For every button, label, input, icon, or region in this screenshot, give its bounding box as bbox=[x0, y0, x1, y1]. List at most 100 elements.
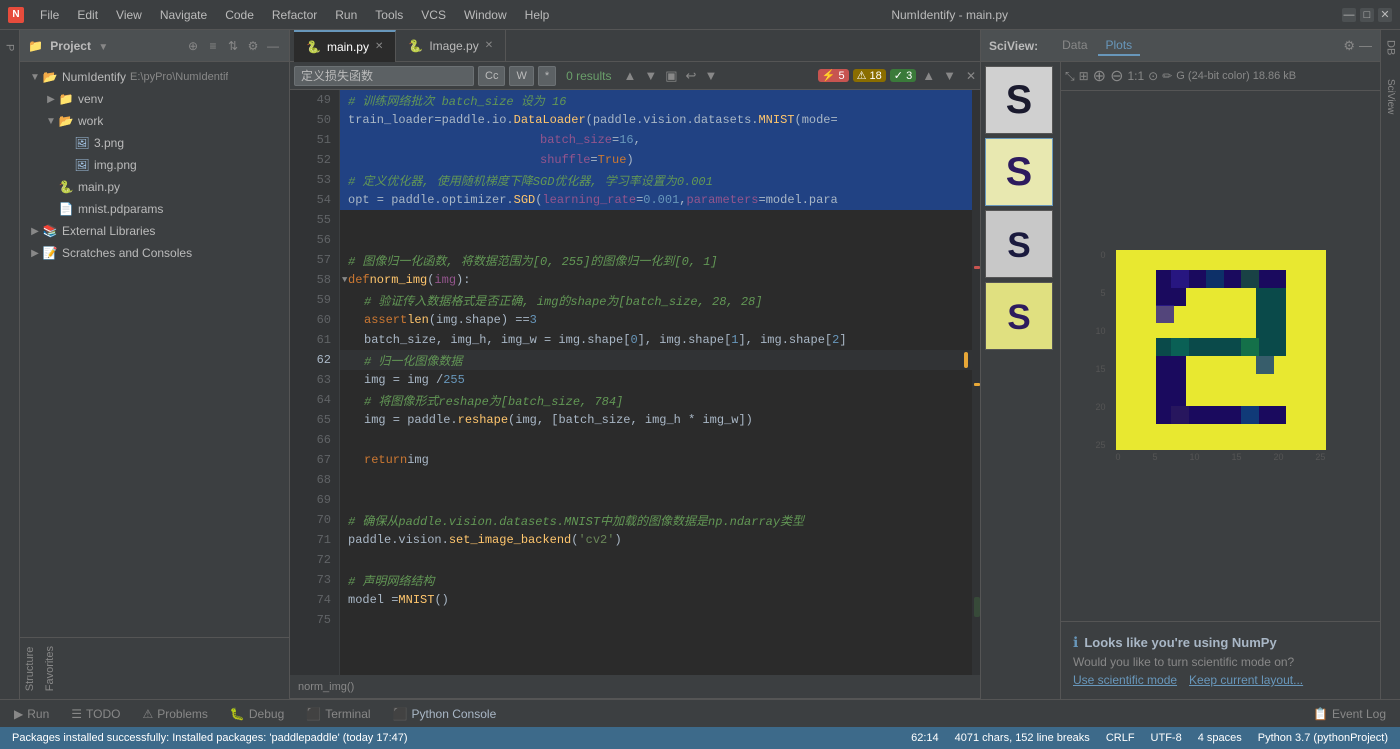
expand-icon[interactable]: ⤡ bbox=[1065, 69, 1075, 84]
menu-refactor[interactable]: Refactor bbox=[264, 6, 325, 24]
sciview-thumb-4[interactable]: S bbox=[985, 282, 1053, 350]
tree-item-external[interactable]: ▶ 📚 External Libraries bbox=[20, 220, 289, 242]
sciview-tab-data[interactable]: Data bbox=[1054, 36, 1095, 56]
line-58: 58 bbox=[290, 270, 339, 290]
tree-item-scratches[interactable]: ▶ 📝 Scratches and Consoles bbox=[20, 242, 289, 264]
locate-file-icon[interactable]: ⊕ bbox=[185, 38, 201, 54]
project-icon[interactable]: P bbox=[2, 38, 18, 57]
settings-icon[interactable]: ⚙ bbox=[245, 38, 261, 54]
search-wrap-icon[interactable]: ↩ bbox=[684, 68, 699, 84]
sort-icon[interactable]: ⇅ bbox=[225, 38, 241, 54]
status-position[interactable]: 62:14 bbox=[907, 732, 943, 744]
use-scientific-mode-link[interactable]: Use scientific mode bbox=[1073, 673, 1177, 687]
close-tab-main[interactable]: ✕ bbox=[375, 41, 383, 52]
sciview-minimize-icon[interactable]: — bbox=[1359, 38, 1372, 54]
search-result-count: 0 results bbox=[560, 69, 617, 83]
hint-badge[interactable]: ✓ 3 bbox=[890, 69, 916, 82]
tree-item-numidentify[interactable]: ▼ 📂 NumIdentify E:\pyPro\NumIdentif bbox=[20, 66, 289, 88]
zoom-out-icon[interactable]: ⊖ bbox=[1110, 66, 1123, 86]
warnings-expand-icon[interactable]: ▲ bbox=[920, 68, 937, 83]
zoom-fit-icon[interactable]: 1:1 bbox=[1127, 69, 1144, 83]
zoom-custom-icon[interactable]: ⊙ bbox=[1148, 69, 1158, 83]
menu-edit[interactable]: Edit bbox=[69, 6, 106, 24]
status-encoding[interactable]: UTF-8 bbox=[1147, 732, 1186, 744]
code-line-73: # 声明网络结构 bbox=[340, 570, 972, 590]
python-tab-icon: 🐍 bbox=[306, 40, 321, 54]
tab-imagepy[interactable]: 🐍 Image.py ✕ bbox=[396, 30, 506, 62]
menu-view[interactable]: View bbox=[108, 6, 150, 24]
collapse-all-icon[interactable]: ≡ bbox=[205, 38, 221, 54]
edit-icon[interactable]: ✏ bbox=[1162, 69, 1172, 83]
menu-navigate[interactable]: Navigate bbox=[152, 6, 215, 24]
structure-label[interactable]: Structure bbox=[20, 638, 40, 699]
menu-tools[interactable]: Tools bbox=[367, 6, 411, 24]
folder-icon: 📁 bbox=[58, 91, 74, 107]
search-options-cc[interactable]: Cc bbox=[478, 66, 505, 86]
code-line-70: # 确保从paddle.vision.datasets.MNIST中加载的图像数… bbox=[340, 510, 972, 530]
code-content[interactable]: # 训练网络批次 batch_size 设为 16 train_loader =… bbox=[340, 90, 972, 675]
tree-item-mainpy[interactable]: ▶ 🐍 main.py bbox=[20, 176, 289, 198]
sciview-icon[interactable]: SciView bbox=[1383, 73, 1398, 120]
close-search-button[interactable]: ✕ bbox=[966, 69, 976, 83]
tree-item-venv[interactable]: ▶ 📁 venv bbox=[20, 88, 289, 110]
sciview-controls: ⚙ — bbox=[1343, 38, 1372, 54]
line-67: 67 bbox=[290, 450, 339, 470]
error-badge[interactable]: ⚡ 5 bbox=[818, 69, 849, 82]
search-prev-icon[interactable]: ▲ bbox=[621, 68, 638, 83]
warning-badge[interactable]: ⚠ 18 bbox=[853, 69, 886, 82]
menu-code[interactable]: Code bbox=[217, 6, 262, 24]
minimize-button[interactable]: — bbox=[1342, 8, 1356, 22]
numpy-title: Looks like you're using NumPy bbox=[1084, 635, 1276, 650]
status-python[interactable]: Python 3.7 (pythonProject) bbox=[1254, 732, 1392, 744]
menu-file[interactable]: File bbox=[32, 6, 67, 24]
sciview-thumb-1[interactable]: S bbox=[985, 66, 1053, 134]
search-next-icon[interactable]: ▼ bbox=[642, 68, 659, 83]
external-label: External Libraries bbox=[62, 224, 155, 238]
file-label-mainpy: main.py bbox=[78, 180, 120, 194]
maximize-button[interactable]: □ bbox=[1360, 8, 1374, 22]
menu-vcs[interactable]: VCS bbox=[413, 6, 454, 24]
warnings-collapse-icon[interactable]: ▼ bbox=[941, 68, 958, 83]
breadcrumb-text: norm_img() bbox=[298, 681, 354, 693]
todo-icon: ☰ bbox=[71, 707, 82, 721]
sciview-thumb-3[interactable]: S bbox=[985, 210, 1053, 278]
tree-item-imgpng[interactable]: ▶ 🖼 img.png bbox=[20, 154, 289, 176]
database-icon[interactable]: DB bbox=[1383, 34, 1399, 61]
close-sidebar-icon[interactable]: — bbox=[265, 38, 281, 54]
tab-mainpy[interactable]: 🐍 main.py ✕ bbox=[294, 30, 396, 62]
keep-layout-link[interactable]: Keep current layout... bbox=[1189, 673, 1303, 687]
sciview-tab-plots[interactable]: Plots bbox=[1098, 36, 1141, 56]
bottom-tab-terminal[interactable]: ⬛ Terminal bbox=[296, 705, 380, 723]
close-button[interactable]: ✕ bbox=[1378, 8, 1392, 22]
sciview-settings-icon[interactable]: ⚙ bbox=[1343, 38, 1355, 54]
bottom-tab-run[interactable]: ▶ Run bbox=[4, 705, 59, 723]
menu-run[interactable]: Run bbox=[327, 6, 365, 24]
zoom-in-icon[interactable]: ⊕ bbox=[1093, 66, 1106, 86]
menu-window[interactable]: Window bbox=[456, 6, 515, 24]
bottom-tab-todo[interactable]: ☰ TODO bbox=[61, 705, 130, 723]
search-options-w[interactable]: W bbox=[509, 66, 533, 86]
left-strip: P bbox=[0, 30, 20, 699]
menu-help[interactable]: Help bbox=[517, 6, 558, 24]
line-61: 61 bbox=[290, 330, 339, 350]
search-all-icon[interactable]: ▣ bbox=[663, 68, 679, 84]
favorites-label[interactable]: Favorites bbox=[40, 638, 60, 699]
project-path: E:\pyPro\NumIdentif bbox=[130, 71, 228, 83]
right-strip: DB SciView bbox=[1380, 30, 1400, 699]
close-tab-image[interactable]: ✕ bbox=[485, 40, 493, 51]
tree-item-mnist[interactable]: ▶ 📄 mnist.pdparams bbox=[20, 198, 289, 220]
search-input[interactable] bbox=[294, 66, 474, 86]
grid-icon[interactable]: ⊞ bbox=[1079, 69, 1089, 83]
status-indent[interactable]: 4 spaces bbox=[1194, 732, 1246, 744]
bottom-tab-debug[interactable]: 🐛 Debug bbox=[220, 705, 294, 723]
bottom-tab-problems[interactable]: ⚠ Problems bbox=[132, 705, 217, 723]
status-crlf[interactable]: CRLF bbox=[1102, 732, 1139, 744]
search-filter-icon[interactable]: ▼ bbox=[702, 68, 719, 83]
python-console-icon: ⬛ bbox=[393, 707, 408, 721]
event-log-tab[interactable]: 📋 Event Log bbox=[1303, 705, 1396, 723]
search-options-regex[interactable]: * bbox=[538, 66, 556, 86]
bottom-tab-python-console[interactable]: ⬛ Python Console bbox=[383, 705, 507, 723]
sciview-thumb-2[interactable]: S bbox=[985, 138, 1053, 206]
tree-item-work[interactable]: ▼ 📂 work bbox=[20, 110, 289, 132]
tree-item-3png[interactable]: ▶ 🖼 3.png bbox=[20, 132, 289, 154]
